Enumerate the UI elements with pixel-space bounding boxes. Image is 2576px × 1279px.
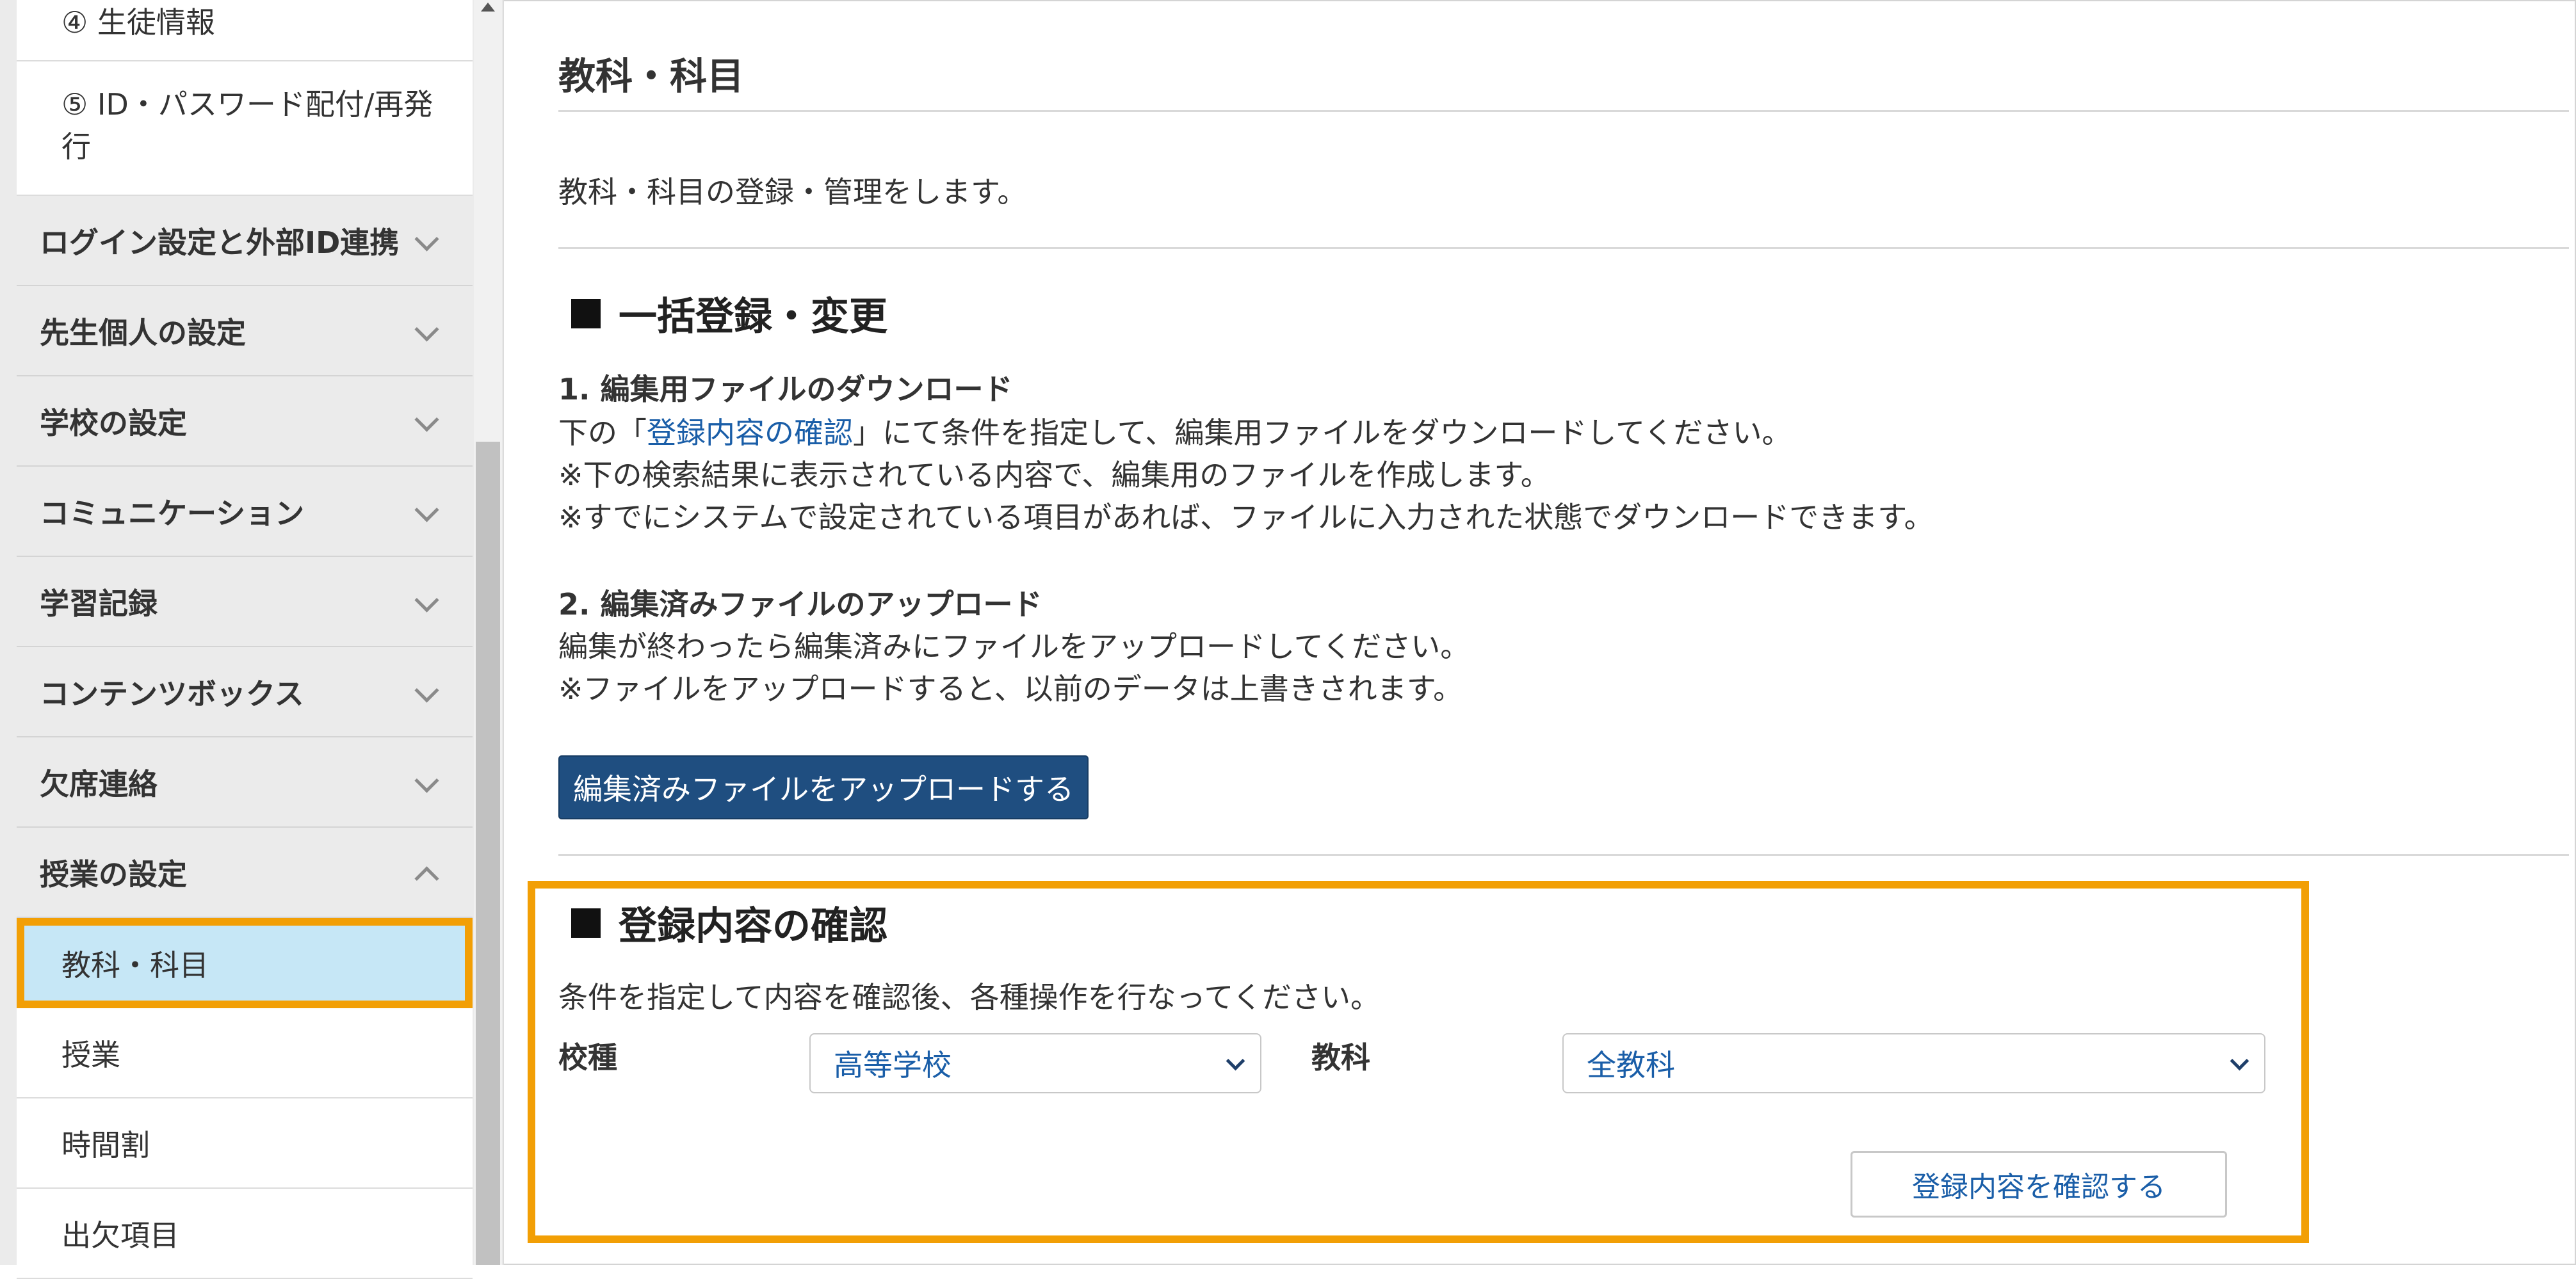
section-title-text: 登録内容の確認 xyxy=(619,904,887,949)
step1-text: 」にて条件を指定して、編集用ファイルをダウンロードしてください。 xyxy=(853,415,1792,450)
sidebar-item-label: 出欠項目 xyxy=(61,1218,179,1253)
step2-line2: ※ファイルをアップロードすると、以前のデータは上書きされます。 xyxy=(558,672,1463,706)
sidebar-category-label: 学校の設定 xyxy=(40,405,187,440)
step2-title: 2. 編集済みファイルのアップロード xyxy=(558,587,1042,622)
school-type-value: 高等学校 xyxy=(834,1048,952,1082)
chevron-down-icon xyxy=(2230,1051,2249,1071)
chevron-down-icon xyxy=(414,768,439,793)
step1-line2: ※下の検索結果に表示されている内容で、編集用のファイルを作成します。 xyxy=(558,458,1550,492)
divider xyxy=(558,247,2569,249)
main-content: 教科・科目 教科・科目の登録・管理をします。 一括登録・変更 1. 編集用ファイ… xyxy=(528,0,2569,1265)
subject-value: 全教科 xyxy=(1587,1048,1675,1082)
section-title-text: 一括登録・変更 xyxy=(619,294,887,339)
confirm-registration-button[interactable]: 登録内容を確認する xyxy=(1851,1151,2227,1218)
chevron-down-icon xyxy=(414,497,439,522)
divider xyxy=(558,854,2569,856)
chevron-down-icon xyxy=(414,316,439,342)
sidebar-item-classes[interactable]: 授業 xyxy=(17,1008,473,1098)
sidebar-item-timetable[interactable]: 時間割 xyxy=(17,1098,473,1189)
chevron-down-icon xyxy=(414,587,439,613)
sidebar-item-student-info[interactable]: ④ 生徒情報 xyxy=(17,0,473,61)
sidebar-item-subjects[interactable]: 教科・科目 xyxy=(17,918,473,1008)
sidebar-category-teacher-settings[interactable]: 先生個人の設定 xyxy=(17,286,473,376)
step1-line3: ※すでにシステムで設定されている項目があれば、ファイルに入力された状態でダウンロ… xyxy=(558,500,1934,535)
sidebar-category-class-settings[interactable]: 授業の設定 xyxy=(17,828,473,918)
sidebar-item-id-password[interactable]: ⑤ ID・パスワード配付/再発行 xyxy=(17,61,473,196)
sidebar-item-label: ④ 生徒情報 xyxy=(61,5,215,40)
sidebar-category-login-settings[interactable]: ログイン設定と外部ID連携 xyxy=(17,196,473,286)
subject-label: 教科 xyxy=(1311,1040,1370,1075)
sidebar-category-communication[interactable]: コミュニケーション xyxy=(17,467,473,557)
sidebar-item-label: ⑤ ID・パスワード配付/再発行 xyxy=(61,87,433,164)
school-type-label: 校種 xyxy=(558,1040,617,1075)
sidebar-category-learning-records[interactable]: 学習記録 xyxy=(17,557,473,647)
sidebar-item-label: 教科・科目 xyxy=(61,947,209,983)
step1-text: 下の「 xyxy=(558,415,647,450)
confirm-description: 条件を指定して内容を確認後、各種操作を行なってください。 xyxy=(558,980,1380,1015)
confirm-section-link[interactable]: 登録内容の確認 xyxy=(647,415,853,450)
sidebar-item-attendance-items[interactable]: 出欠項目 xyxy=(17,1189,473,1279)
sidebar-category-content-box[interactable]: コンテンツボックス xyxy=(17,647,473,737)
scrollbar-thumb[interactable] xyxy=(476,442,500,1265)
chevron-up-icon xyxy=(414,865,439,891)
sidebar-category-label: 欠席連絡 xyxy=(40,766,158,801)
sidebar-category-label: 授業の設定 xyxy=(40,857,187,892)
step1-title: 1. 編集用ファイルのダウンロード xyxy=(558,372,1013,406)
chevron-down-icon xyxy=(1226,1051,1245,1071)
school-type-select[interactable]: 高等学校 xyxy=(809,1033,1261,1093)
sidebar-category-absence[interactable]: 欠席連絡 xyxy=(17,737,473,828)
divider xyxy=(558,110,2569,112)
square-bullet-icon xyxy=(571,298,601,328)
chevron-down-icon xyxy=(414,406,439,432)
page-title: 教科・科目 xyxy=(558,54,745,98)
page-description: 教科・科目の登録・管理をします。 xyxy=(558,175,1027,209)
sidebar: ④ 生徒情報 ⑤ ID・パスワード配付/再発行 ログイン設定と外部ID連携 先生… xyxy=(0,0,504,1279)
sidebar-category-label: 学習記録 xyxy=(40,586,158,621)
square-bullet-icon xyxy=(571,908,601,938)
sidebar-item-label: 授業 xyxy=(61,1037,120,1072)
sidebar-category-school-settings[interactable]: 学校の設定 xyxy=(17,376,473,467)
sidebar-category-label: コンテンツボックス xyxy=(40,676,304,711)
section-title-confirm: 登録内容の確認 xyxy=(558,895,887,951)
sidebar-menu: ④ 生徒情報 ⑤ ID・パスワード配付/再発行 ログイン設定と外部ID連携 先生… xyxy=(17,0,473,1279)
sidebar-scrollbar[interactable] xyxy=(474,0,502,1265)
sidebar-category-label: コミュニケーション xyxy=(40,495,305,531)
sidebar-category-label: 先生個人の設定 xyxy=(40,315,246,350)
step2-line1: 編集が終わったら編集済みにファイルをアップロードしてください。 xyxy=(558,629,1470,664)
chevron-down-icon xyxy=(414,677,439,703)
upload-edited-file-button[interactable]: 編集済みファイルをアップロードする xyxy=(558,755,1089,819)
section-title-bulk: 一括登録・変更 xyxy=(558,286,887,341)
step1-line1: 下の「登録内容の確認」にて条件を指定して、編集用ファイルをダウンロードしてくださ… xyxy=(558,410,1792,452)
sidebar-category-label: ログイン設定と外部ID連携 xyxy=(40,225,400,260)
scroll-up-arrow-icon[interactable] xyxy=(474,0,502,19)
subject-select[interactable]: 全教科 xyxy=(1562,1033,2265,1093)
chevron-down-icon xyxy=(414,226,439,252)
sidebar-item-label: 時間割 xyxy=(61,1127,150,1162)
